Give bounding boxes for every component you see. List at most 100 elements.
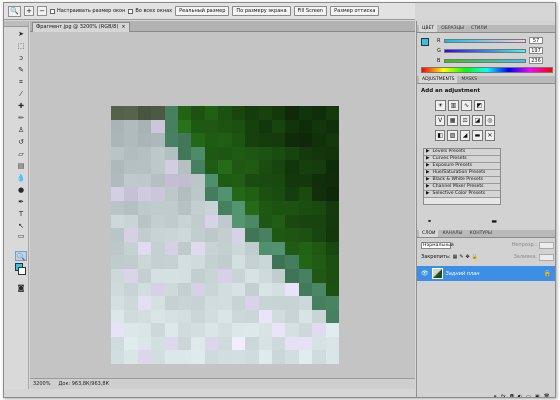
- canvas-area[interactable]: [30, 32, 415, 378]
- dodge-tool-icon[interactable]: ●: [15, 185, 27, 195]
- all-windows-checkbox[interactable]: Во всех окнах: [128, 8, 172, 14]
- checkbox-box[interactable]: [128, 8, 134, 14]
- lock-image-icon[interactable]: ✎: [459, 254, 463, 260]
- hue-saturation-icon[interactable]: ▦: [447, 115, 458, 126]
- shape-tool-icon[interactable]: ▭: [15, 231, 27, 241]
- fill-control[interactable]: Заливка:: [514, 253, 554, 261]
- slider-track[interactable]: [444, 38, 526, 43]
- new-group-icon[interactable]: ▭: [526, 394, 531, 397]
- blend-mode-select[interactable]: Нормальный: [421, 241, 454, 249]
- slider-track[interactable]: [444, 48, 526, 53]
- slider-value[interactable]: 57: [529, 37, 543, 44]
- add-mask-icon[interactable]: ◘: [510, 394, 514, 397]
- fill-screen-button[interactable]: Fill Screen: [293, 6, 328, 16]
- slider-value[interactable]: 236: [529, 57, 543, 64]
- invert-icon[interactable]: ◧: [435, 130, 446, 141]
- quick-mask-icon[interactable]: ◙: [15, 283, 27, 293]
- blur-tool-icon[interactable]: 💧: [15, 173, 27, 183]
- resize-windows-checkbox[interactable]: Настраивать размер окон: [50, 8, 125, 14]
- slider-track[interactable]: [444, 58, 526, 63]
- tab-paths[interactable]: КОНТУРЫ: [467, 230, 495, 237]
- exposure-icon[interactable]: ◩: [474, 100, 485, 111]
- tab-swatches[interactable]: ОБРАЗЦЫ: [438, 25, 467, 32]
- curves-icon[interactable]: ∿: [461, 100, 472, 111]
- link-layers-icon[interactable]: ⚭: [493, 394, 497, 397]
- eraser-tool-icon[interactable]: ▱: [15, 149, 27, 159]
- fill-field[interactable]: [539, 253, 554, 261]
- preset-item[interactable]: ▶ Hue/Saturation Presets: [424, 170, 500, 177]
- trash-icon[interactable]: 🗑: [544, 394, 550, 397]
- zoom-tool-icon[interactable]: 🔍: [15, 251, 27, 261]
- fit-screen-button[interactable]: По размеру экрана: [232, 6, 291, 16]
- brush-tool-icon[interactable]: ✏: [15, 113, 27, 123]
- tab-channels[interactable]: КАНАЛЫ: [439, 230, 465, 237]
- selective-color-icon[interactable]: ✕: [484, 130, 496, 141]
- actual-pixels-button[interactable]: Реальный размер: [175, 6, 230, 16]
- opacity-field[interactable]: [539, 241, 554, 249]
- quick-selection-tool-icon[interactable]: ✎: [15, 65, 27, 75]
- close-icon[interactable]: ×: [121, 24, 125, 30]
- color-panel-foreground-chip[interactable]: [421, 38, 429, 46]
- black-white-icon[interactable]: ◪: [472, 115, 483, 126]
- brightness-icon[interactable]: ☀: [435, 100, 446, 111]
- tab-layers[interactable]: СЛОИ: [419, 230, 439, 237]
- slider-value[interactable]: 197: [529, 47, 543, 54]
- panel-options-icon[interactable]: ▬: [491, 218, 497, 225]
- lock-position-icon[interactable]: ✥: [466, 254, 470, 260]
- gradient-map-icon[interactable]: ▬: [472, 130, 483, 141]
- preset-item[interactable]: ▶ Exposure Presets: [424, 163, 500, 170]
- history-brush-tool-icon[interactable]: ↺: [15, 137, 27, 147]
- background-color-swatch[interactable]: [18, 267, 26, 275]
- posterize-icon[interactable]: ▨: [447, 130, 458, 141]
- image-pixel: [111, 228, 125, 242]
- clip-icon[interactable]: ⚭: [427, 218, 432, 225]
- gradient-tool-icon[interactable]: ▤: [15, 161, 27, 171]
- path-selection-tool-icon[interactable]: ↖: [15, 221, 27, 231]
- layer-row-background[interactable]: 👁 Задний план 🔒: [417, 266, 555, 281]
- eyedropper-tool-icon[interactable]: ⁄: [15, 89, 27, 99]
- image-pixel: [285, 228, 299, 242]
- layer-style-icon[interactable]: fx: [501, 394, 506, 397]
- preset-item[interactable]: ▶ Selective Color Presets: [424, 191, 500, 198]
- preset-item[interactable]: ▶ Black & White Presets: [424, 177, 500, 184]
- healing-brush-tool-icon[interactable]: ✚: [15, 101, 27, 111]
- tab-styles[interactable]: СТИЛИ: [468, 25, 490, 32]
- preset-item[interactable]: ▶ Channel Mixer Presets: [424, 184, 500, 191]
- type-tool-icon[interactable]: T: [15, 209, 27, 219]
- document-tab[interactable]: Фрагмент.jpg @ 3200% (RGB/8) ×: [32, 22, 130, 32]
- toolbox-grip[interactable]: [4, 21, 28, 27]
- photo-filter-icon[interactable]: ◎: [484, 115, 496, 126]
- color-balance-icon[interactable]: ⚖: [459, 115, 471, 126]
- clone-stamp-tool-icon[interactable]: ♙: [15, 125, 27, 135]
- zoom-out-button[interactable]: −: [37, 6, 47, 16]
- zoom-in-button[interactable]: +: [24, 6, 34, 16]
- slider-r[interactable]: R 57: [437, 37, 543, 44]
- preset-item[interactable]: ▶ Levels Presets: [424, 149, 500, 156]
- checkbox-box[interactable]: [50, 8, 55, 14]
- tab-masks[interactable]: MASKS: [458, 76, 480, 83]
- tab-color[interactable]: ЦВЕТ: [419, 25, 438, 32]
- eye-icon[interactable]: 👁: [421, 270, 429, 277]
- crop-tool-icon[interactable]: ⌗: [15, 77, 27, 87]
- move-tool-icon[interactable]: ➤: [15, 29, 27, 39]
- slider-b[interactable]: B 236: [437, 57, 543, 64]
- pixel-image[interactable]: [111, 106, 339, 364]
- new-adjustment-icon[interactable]: ◐: [518, 394, 522, 397]
- levels-icon[interactable]: ▥: [448, 100, 459, 111]
- threshold-icon[interactable]: ◢: [459, 130, 471, 141]
- pen-tool-icon[interactable]: ✒: [15, 197, 27, 207]
- new-layer-icon[interactable]: ▣: [535, 394, 540, 397]
- tab-adjustments[interactable]: ADJUSTMENTS: [419, 76, 458, 83]
- preset-item[interactable]: ▶ Curves Presets: [424, 156, 500, 163]
- vibrance-icon[interactable]: V: [435, 115, 446, 126]
- slider-g[interactable]: G 197: [437, 47, 543, 54]
- opacity-control[interactable]: Непрозр.:: [512, 241, 554, 249]
- zoom-tool-preset-icon[interactable]: 🔍: [8, 5, 21, 17]
- marquee-tool-icon[interactable]: ⬚: [15, 41, 27, 51]
- color-spectrum-ramp[interactable]: [421, 67, 553, 73]
- lasso-tool-icon[interactable]: ↄ: [15, 53, 27, 63]
- lock-all-icon[interactable]: 🔒: [472, 254, 478, 260]
- print-size-button[interactable]: Размер оттиска: [330, 6, 380, 16]
- status-zoom[interactable]: 3200%: [33, 381, 50, 387]
- lock-transparent-icon[interactable]: ▦: [453, 254, 458, 260]
